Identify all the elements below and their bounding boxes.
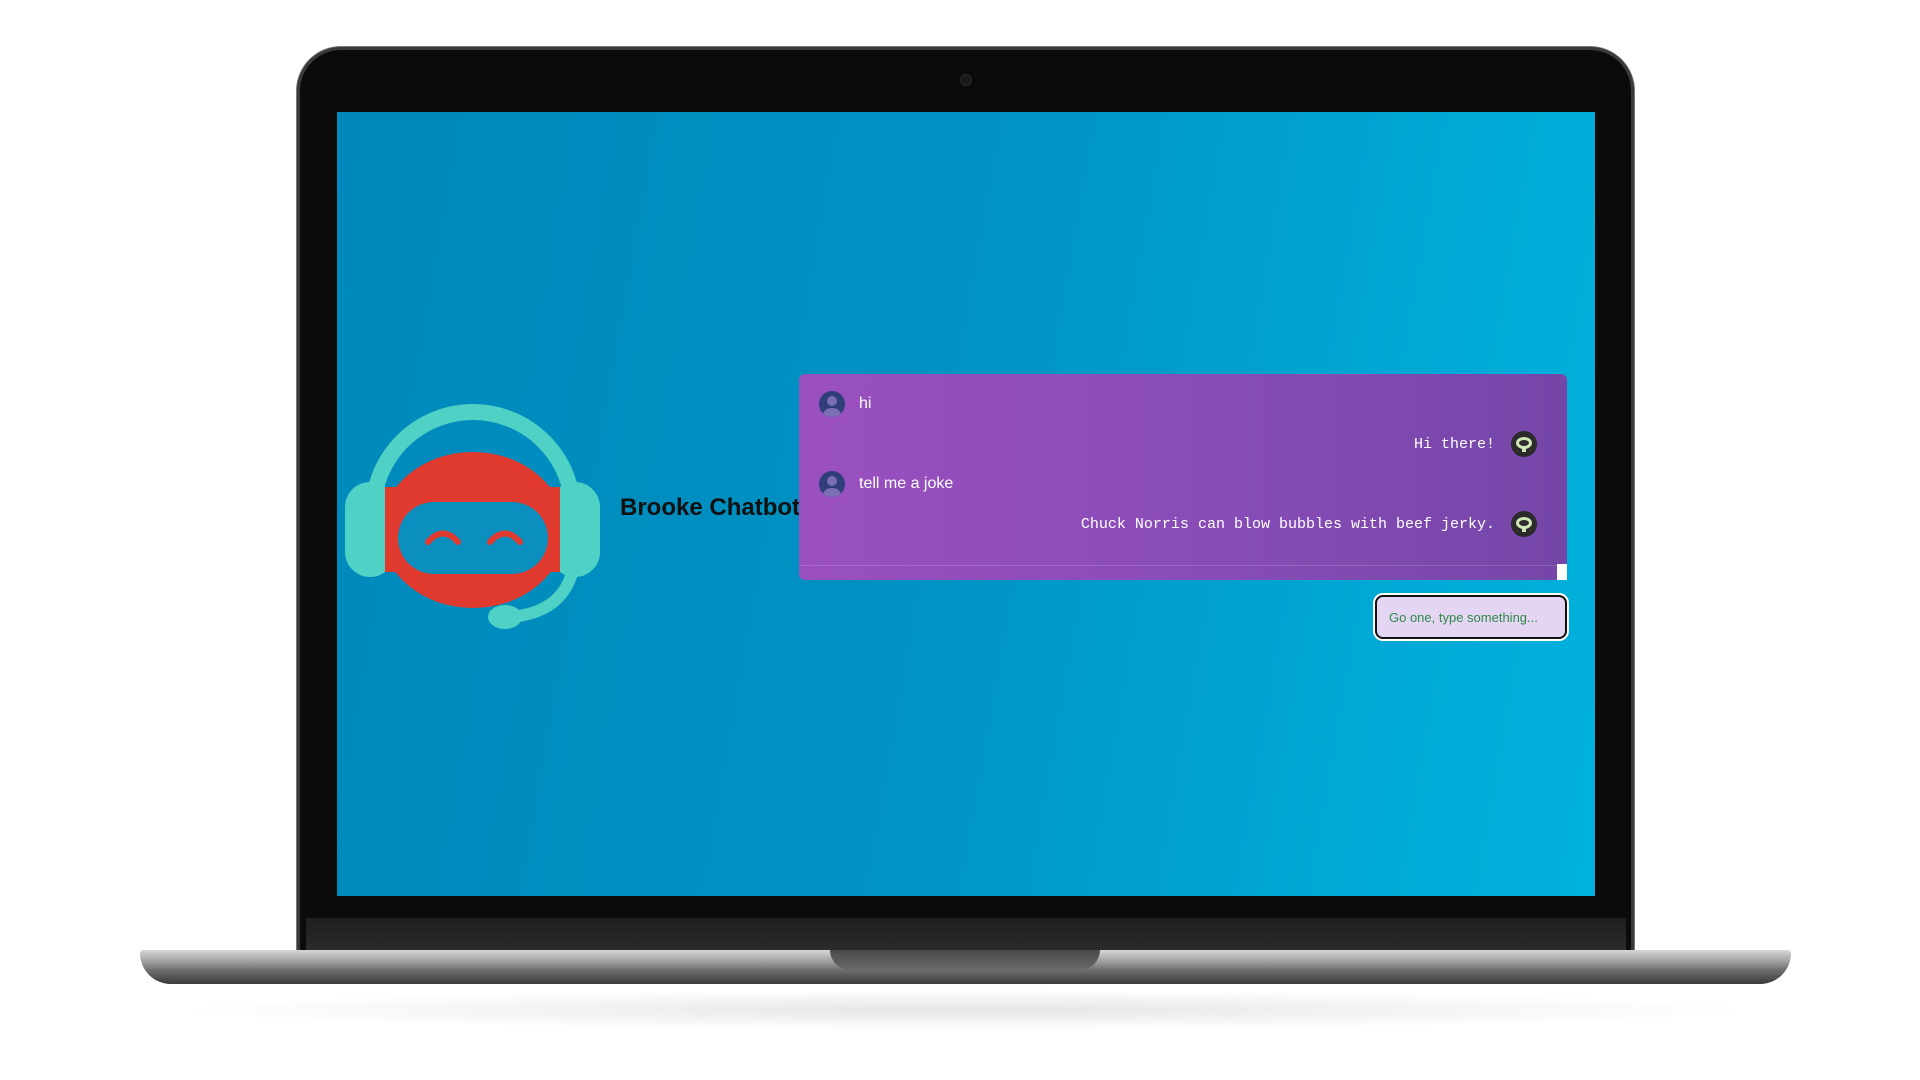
chat-message-user: tell me a joke bbox=[819, 471, 953, 497]
chat-message-user: hi bbox=[819, 391, 871, 417]
laptop-chin bbox=[306, 918, 1626, 952]
chat-scrollbar[interactable] bbox=[1557, 564, 1567, 580]
app-screen: Brooke Chatbot hi Hi there! tell me a jo… bbox=[337, 112, 1595, 896]
message-text: Hi there! bbox=[1413, 435, 1495, 453]
user-avatar-icon bbox=[819, 471, 845, 497]
message-text: Chuck Norris can blow bubbles with beef … bbox=[1080, 515, 1495, 533]
message-text: hi bbox=[859, 395, 872, 412]
camera-icon bbox=[961, 75, 971, 85]
chat-message-bot: Hi there! bbox=[1414, 431, 1537, 457]
chat-message-bot: Chuck Norris can blow bubbles with beef … bbox=[1081, 511, 1537, 537]
app-title: Brooke Chatbot bbox=[620, 494, 800, 521]
chat-divider bbox=[799, 565, 1557, 566]
laptop-shadow bbox=[170, 990, 1760, 1030]
chat-input[interactable] bbox=[1375, 595, 1567, 639]
laptop-notch bbox=[830, 950, 1100, 970]
robot-logo-icon bbox=[345, 404, 600, 629]
chat-log[interactable]: hi Hi there! tell me a joke Chuck Norris… bbox=[799, 374, 1567, 580]
bot-avatar-icon bbox=[1511, 511, 1537, 537]
user-avatar-icon bbox=[819, 391, 845, 417]
bot-avatar-icon bbox=[1511, 431, 1537, 457]
message-text: tell me a joke bbox=[859, 475, 954, 492]
